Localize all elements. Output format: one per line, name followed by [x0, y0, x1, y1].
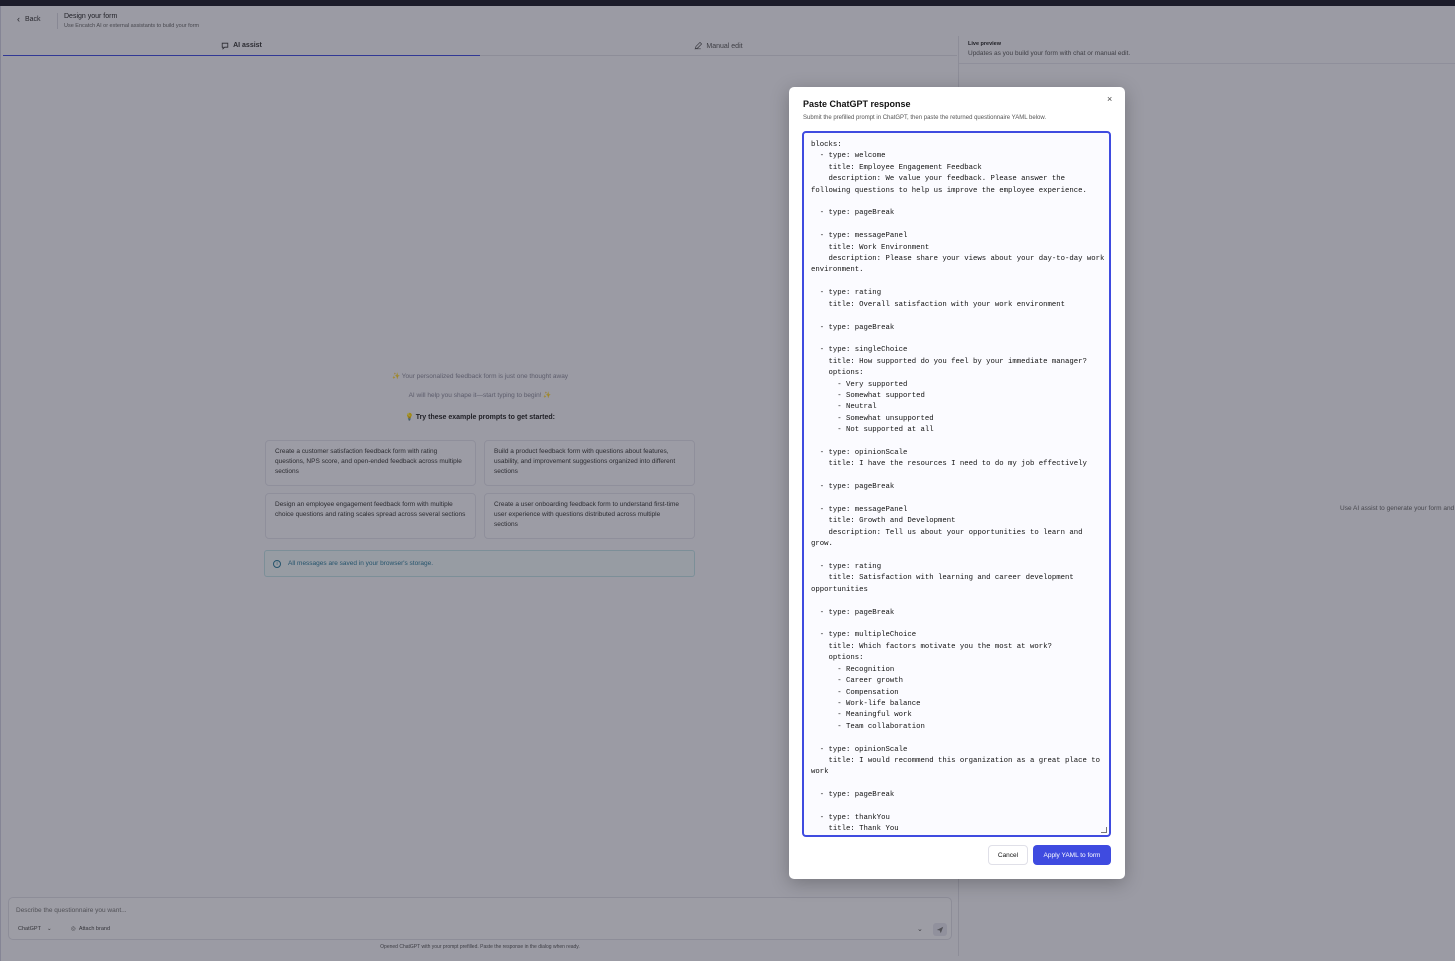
dialog-title: Paste ChatGPT response: [803, 99, 911, 109]
modal-backdrop[interactable]: [0, 0, 1455, 961]
apply-yaml-button[interactable]: Apply YAML to form: [1033, 845, 1111, 865]
close-icon[interactable]: ×: [1107, 95, 1112, 104]
yaml-textarea[interactable]: blocks: - type: welcome title: Employee …: [802, 131, 1111, 837]
resize-handle-icon[interactable]: [1101, 827, 1107, 833]
dialog-subtitle: Submit the prefilled prompt in ChatGPT, …: [803, 115, 1047, 121]
cancel-button[interactable]: Cancel: [988, 845, 1028, 865]
paste-response-dialog: Paste ChatGPT response Submit the prefil…: [789, 87, 1125, 879]
yaml-content: blocks: - type: welcome title: Employee …: [811, 141, 1105, 834]
